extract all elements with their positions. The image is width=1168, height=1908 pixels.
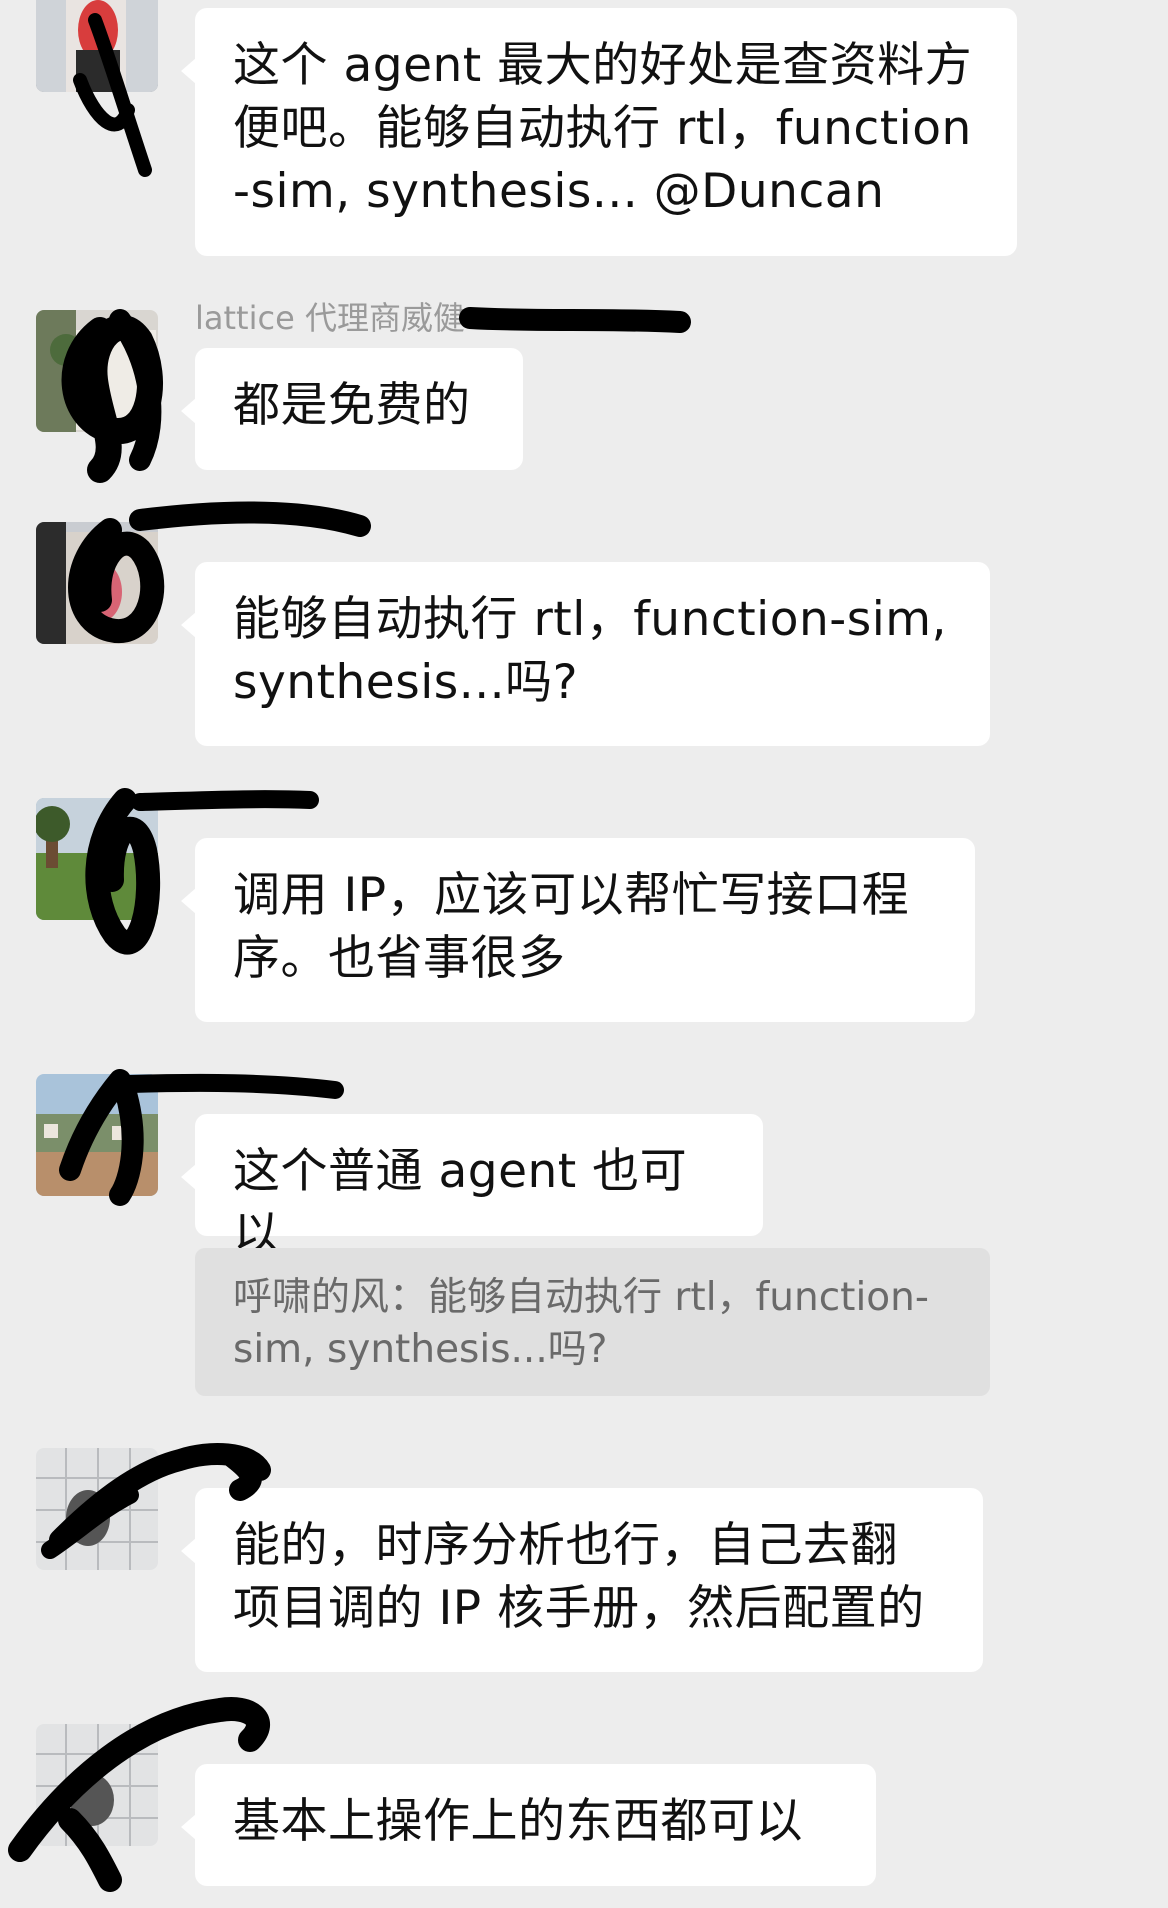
- message-text-line: -sim, synthesis... @Duncan: [233, 164, 885, 219]
- message-bubble[interactable]: 能的，时序分析也行，自己去翻 项目调的 IP 核手册，然后配置的: [181, 1488, 983, 1672]
- message-text-line: 便吧。能够自动执行 rtl，function: [233, 101, 972, 156]
- quoted-text-line: 呼啸的风：能够自动执行 rtl，function-: [233, 1275, 929, 1320]
- message-text-line: 这个 agent 最大的好处是查资料方: [233, 38, 973, 93]
- sender-name: lattice 代理商威健: [195, 299, 465, 337]
- avatar[interactable]: [36, 522, 158, 644]
- message-bubble[interactable]: 调用 IP，应该可以帮忙写接口程 序。也省事很多: [181, 838, 975, 1022]
- message-bubble[interactable]: 基本上操作上的东西都可以: [181, 1764, 876, 1886]
- message-text-line: 调用 IP，应该可以帮忙写接口程: [233, 868, 910, 923]
- avatar[interactable]: [36, 310, 158, 432]
- message-bubble[interactable]: 这个 agent 最大的好处是查资料方 便吧。能够自动执行 rtl，functi…: [181, 8, 1017, 256]
- message-text-line: 都是免费的: [233, 378, 471, 433]
- avatar[interactable]: [36, 798, 158, 920]
- message-bubble[interactable]: 这个普通 agent 也可以: [181, 1114, 763, 1262]
- quoted-message[interactable]: 呼啸的风：能够自动执行 rtl，function- sim, synthesis…: [195, 1248, 990, 1396]
- message-bubble[interactable]: 能够自动执行 rtl，function-sim, synthesis...吗?: [181, 562, 990, 746]
- message-text-line: 基本上操作上的东西都可以: [233, 1794, 803, 1849]
- message-text-line: synthesis...吗?: [233, 655, 579, 710]
- avatar[interactable]: [36, 0, 158, 92]
- message-text-line: 项目调的 IP 核手册，然后配置的: [233, 1581, 925, 1636]
- avatar[interactable]: [36, 1724, 158, 1846]
- chat-message-list[interactable]: 这个 agent 最大的好处是查资料方 便吧。能够自动执行 rtl，functi…: [0, 0, 1168, 1908]
- message-text-line: 序。也省事很多: [233, 931, 566, 986]
- message-bubble[interactable]: 都是免费的: [181, 348, 523, 470]
- quoted-text-line: sim, synthesis...吗?: [233, 1327, 608, 1372]
- avatar[interactable]: [36, 1448, 158, 1570]
- message-text-line: 能够自动执行 rtl，function-sim,: [233, 592, 947, 647]
- message-text-line: 能的，时序分析也行，自己去翻: [233, 1518, 898, 1573]
- avatar[interactable]: [36, 1074, 158, 1196]
